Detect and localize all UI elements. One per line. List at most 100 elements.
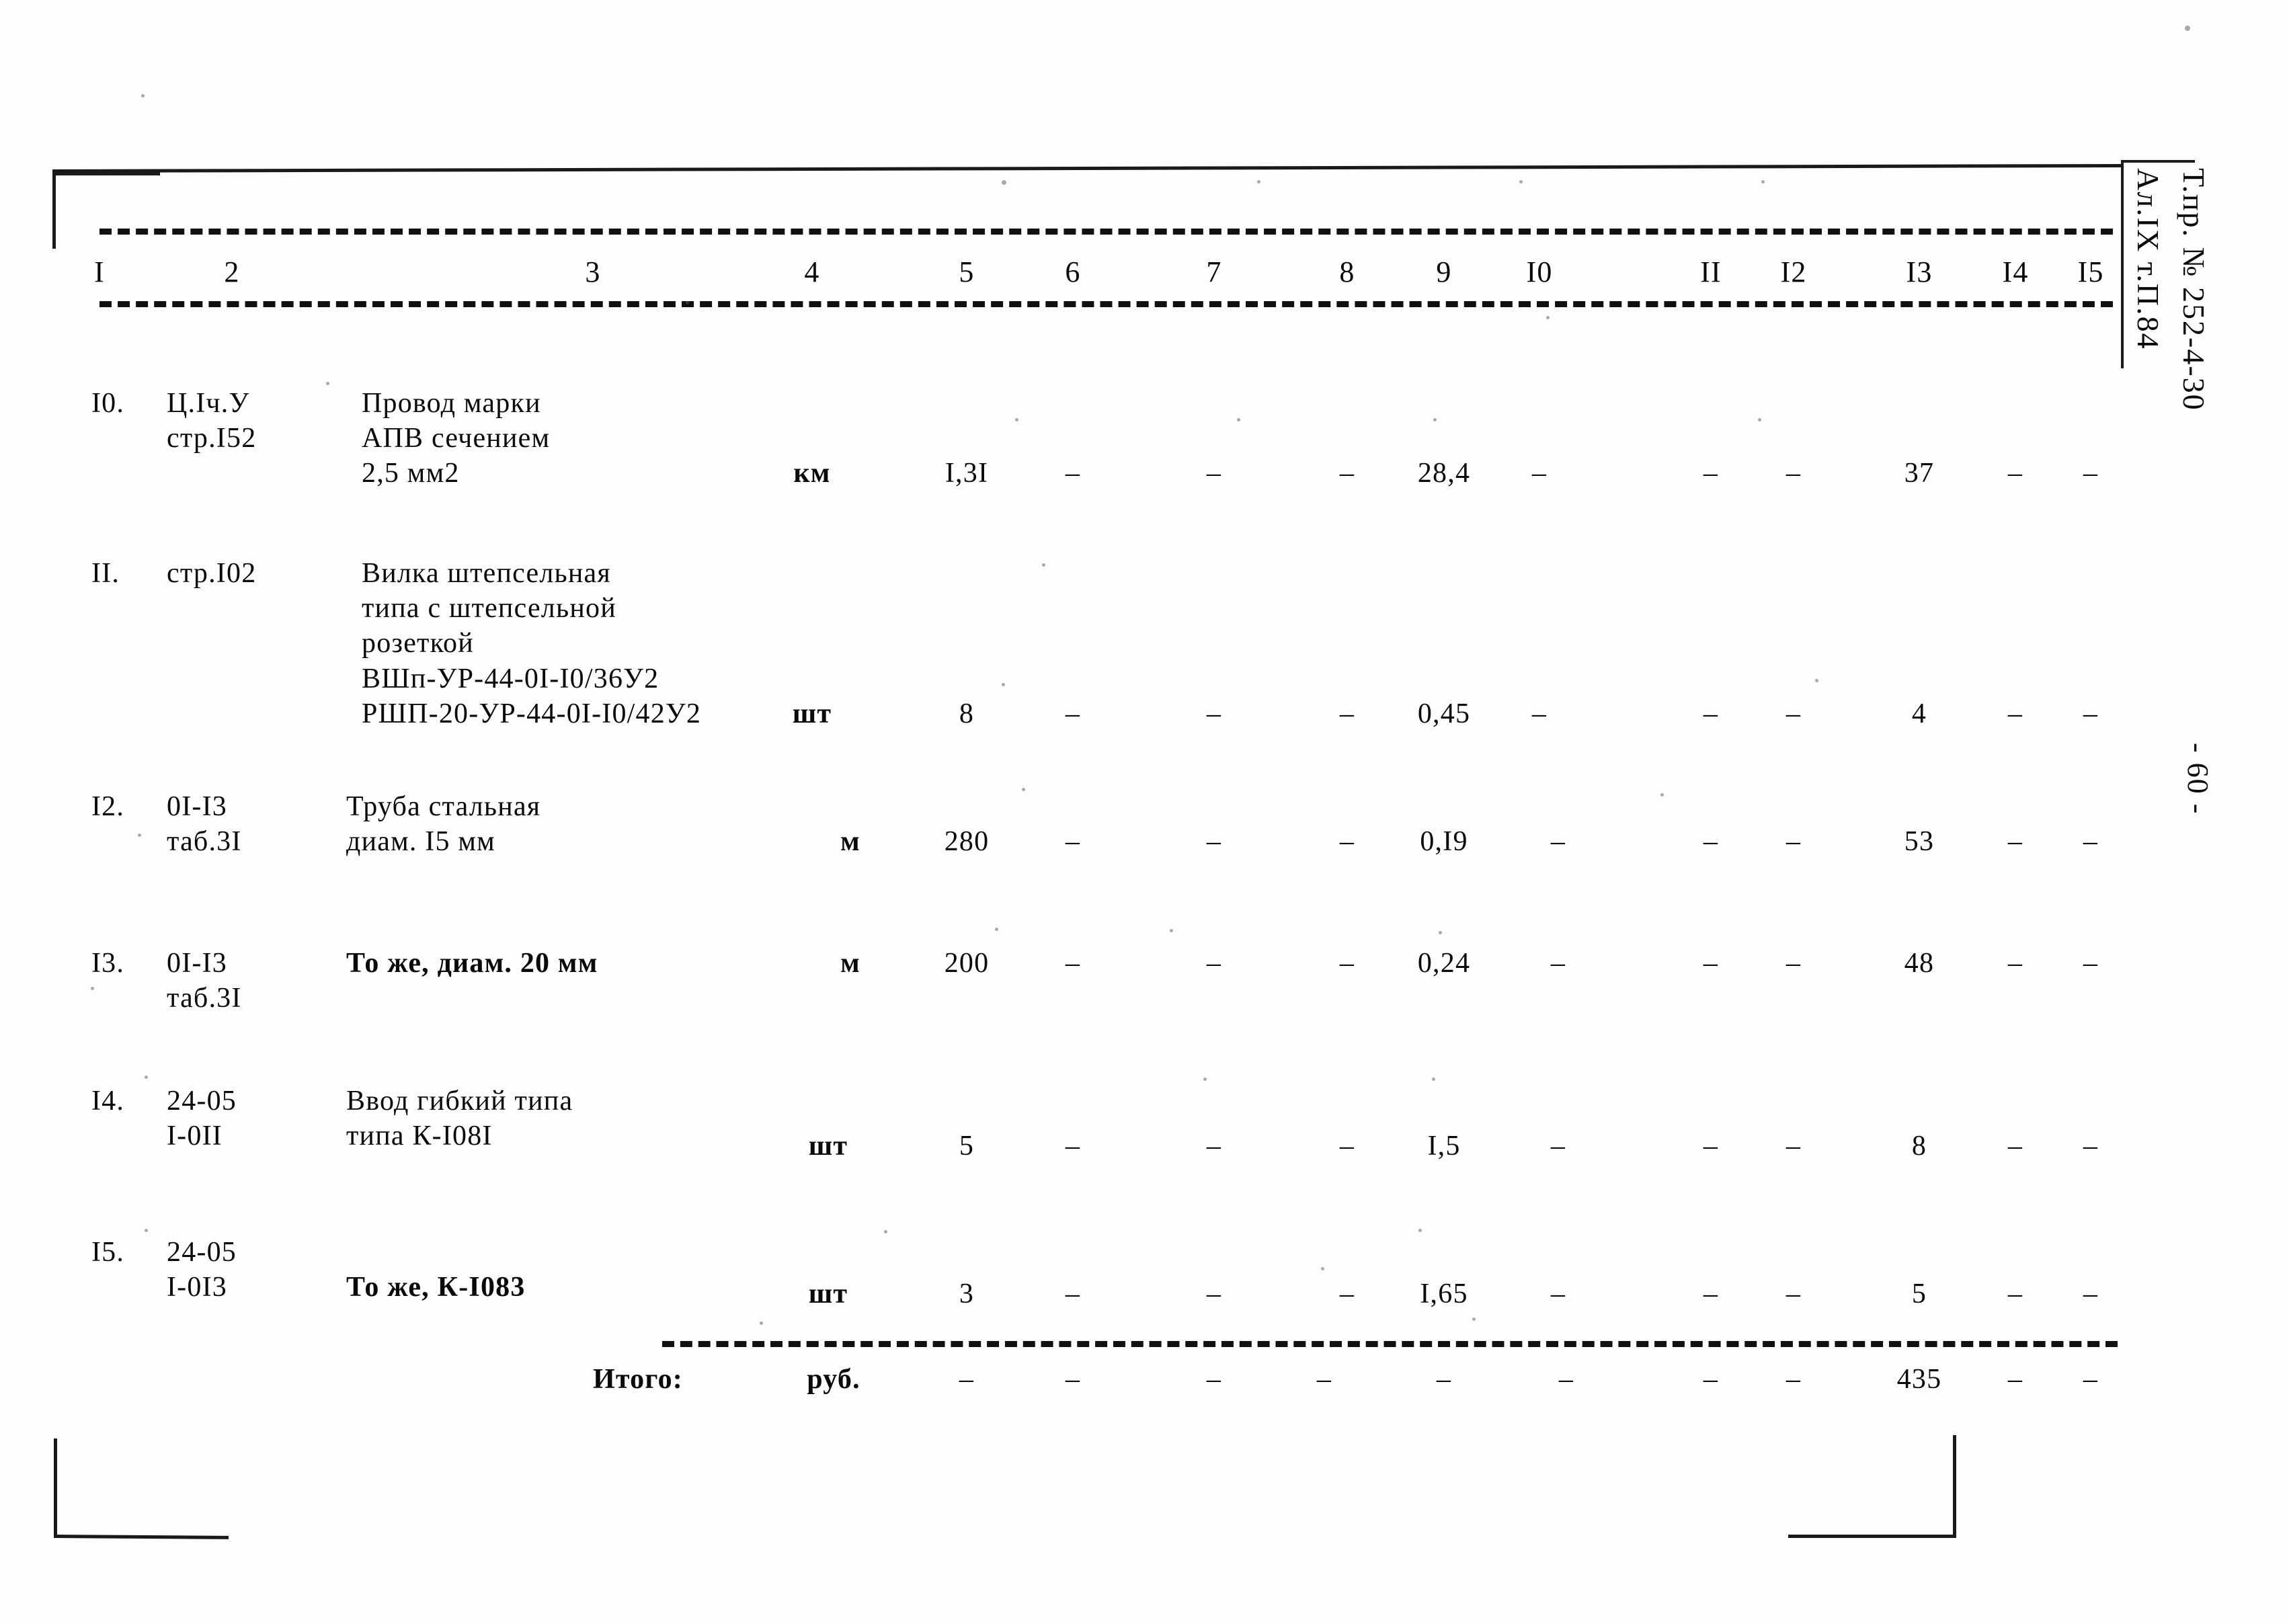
table-row-code: таб.3I [167,826,242,857]
table-cell-c6: – [1065,698,1081,729]
table-cell-c5: 8 [959,698,975,729]
col-header-1: I [94,255,105,288]
table-cell-c6: – [1065,826,1081,857]
table-cell-c12: – [1786,826,1802,857]
table-row-name: АПВ сечением [362,423,551,454]
table-row-code: 0I-I3 [167,948,227,979]
table-cell-c12: – [1786,698,1802,729]
col-header-12: I2 [1780,255,1807,288]
table-cell-c15: – [2083,458,2099,489]
col-header-13: I3 [1906,255,1933,288]
table-cell-c8: – [1339,1131,1355,1162]
table-cell-c6: – [1065,948,1081,979]
table-row-code: 0I-I3 [167,791,227,822]
table-row-code: стр.I02 [167,558,257,589]
table-row-no: II. [91,558,120,589]
scan-speck [1418,1229,1422,1232]
table-cell-c5: I,3I [945,458,989,489]
total-cell-c5: – [959,1364,975,1395]
table-cell-c10: – [1531,698,1548,729]
scan-speck [141,94,145,97]
table-cell-c14: – [2007,1278,2023,1309]
scan-speck [1237,418,1240,421]
table-cell-c13: 48 [1904,948,1935,979]
col-header-8: 8 [1339,255,1355,288]
scan-speck [1758,418,1761,421]
table-row-name: Вилка штепсельная [362,558,611,589]
table-cell-c8: – [1339,826,1355,857]
table-row-code: таб.3I [167,983,242,1014]
table-row-no: I2. [91,791,125,822]
table-row-name: ВШп-УР-44-0I-I0/36У2 [362,663,659,694]
total-label: Итого: [593,1364,683,1395]
table-cell-c13: 37 [1904,458,1935,489]
table-row-unit: м [840,948,860,979]
table-row-no: I5. [91,1237,125,1268]
scan-speck [995,928,998,931]
table-cell-c6: – [1065,458,1081,489]
scan-speck [1015,418,1018,421]
table-row-name: РШП-20-УР-44-0I-I0/42У2 [362,698,702,729]
table-cell-c15: – [2083,826,2099,857]
scan-speck [1660,793,1664,797]
table-row-name: Ввод гибкий типа [346,1086,573,1116]
scan-speck [1022,788,1025,791]
scan-speck [1321,1267,1324,1270]
scan-speck [884,1230,887,1233]
scan-speck [686,301,689,304]
table-cell-c14: – [2007,826,2023,857]
table-cell-c5: 280 [944,826,990,857]
page-number-marker: - 60 - [2181,743,2214,815]
table-cell-c9: 0,45 [1417,698,1471,729]
table-row-code: 24-05 [167,1086,237,1116]
table-row-code: I-0II [167,1121,223,1151]
scan-speck [760,1322,763,1325]
table-cell-c12: – [1786,948,1802,979]
table-cell-c9: 28,4 [1417,458,1471,489]
table-cell-c14: – [2007,458,2023,489]
table-cell-c8: – [1339,458,1355,489]
table-cell-c11: – [1703,1131,1719,1162]
table-cell-c7: – [1206,1131,1222,1162]
scan-speck [91,987,94,990]
table-row-no: I3. [91,948,125,979]
col-header-2: 2 [224,255,240,288]
scan-speck [1433,418,1437,421]
scan-speck [326,382,329,385]
scan-speck [1439,931,1442,934]
scan-speck [1002,683,1005,686]
table-cell-c15: – [2083,1278,2099,1309]
scan-speck [2185,26,2190,31]
scan-speck [1761,180,1765,184]
materials-table: I 2 3 4 5 6 7 8 9 I0 II I2 I3 I4 I5 I0. … [0,0,2287,1624]
col-header-9: 9 [1436,255,1452,288]
side-stamp-album-sheet: Ал.IX т.П.84 [2131,168,2165,350]
table-row-name: 2,5 мм2 [362,458,460,489]
col-header-11: II [1700,255,1722,288]
table-row-name: Провод марки [362,388,541,419]
table-cell-c5: 200 [944,948,990,979]
scan-speck [145,1229,148,1232]
table-row-code: 24-05 [167,1237,237,1268]
table-cell-c6: – [1065,1278,1081,1309]
table-cell-c10: – [1550,948,1566,979]
table-cell-c9: I,65 [1420,1278,1468,1309]
table-cell-c7: – [1206,826,1222,857]
table-cell-c13: 8 [1911,1131,1927,1162]
table-cell-c7: – [1206,458,1222,489]
table-row-code: I-0I3 [167,1272,227,1303]
table-cell-c14: – [2007,1131,2023,1162]
table-row-name: То же, К-I083 [346,1272,526,1303]
scan-speck [1815,679,1818,682]
table-cell-c10: – [1550,1278,1566,1309]
table-row-name: Труба стальная [346,791,541,822]
table-cell-c12: – [1786,1131,1802,1162]
table-cell-c10: – [1550,826,1566,857]
scan-speck [138,834,141,837]
total-cell-c7: – [1206,1364,1222,1395]
scan-speck [1170,929,1173,932]
table-cell-c10: – [1531,458,1548,489]
scan-speck [1203,1078,1207,1081]
col-header-10: I0 [1526,255,1553,288]
table-row-unit: шт [808,1131,848,1162]
